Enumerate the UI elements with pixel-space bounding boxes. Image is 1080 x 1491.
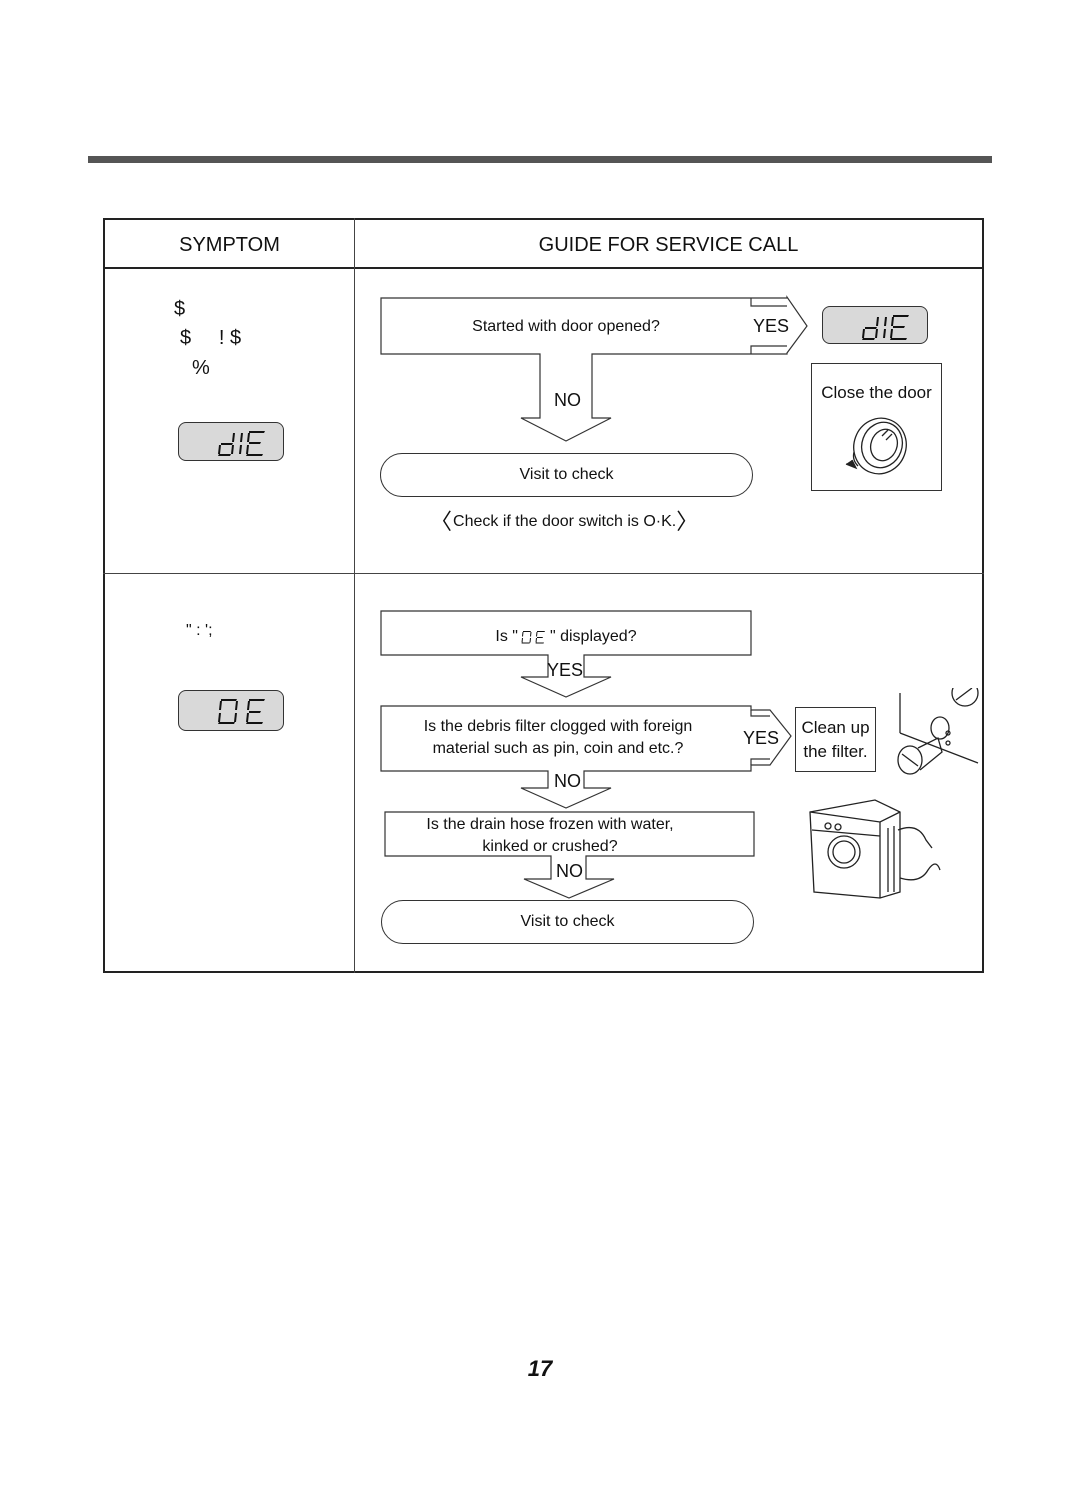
filter-question-line-2: material such as pin, coin and etc.? [432, 740, 684, 757]
oe-question-prefix: Is " [495, 628, 518, 645]
close-door-panel: Close the door [811, 363, 942, 491]
door-switch-note-text: Check if the door switch is O·K. [453, 513, 677, 530]
door-no-label: NO [554, 390, 581, 410]
yes-lcd-display-de [822, 306, 928, 344]
drain-question-line-1: Is the drain hose frozen with water, [426, 816, 674, 833]
debris-filter-illustration-icon [897, 688, 979, 775]
clean-filter-panel: Clean up the filter. [795, 707, 876, 772]
clean-filter-line-2: the filter. [803, 742, 868, 761]
visit-to-check-2-text: Visit to check [520, 913, 615, 930]
door-question-text: Started with door opened? [472, 318, 660, 335]
close-door-text: Close the door [821, 383, 932, 402]
door-yes-label: YES [753, 316, 790, 336]
seven-segment-oe-icon [521, 630, 545, 643]
oe-question-suffix: " displayed? [549, 628, 637, 645]
angle-left-icon: 〈 [430, 509, 453, 534]
clean-filter-line-1: Clean up [801, 718, 870, 737]
filter-yes-label: YES [743, 728, 780, 748]
visit-to-check-1: Visit to check [380, 453, 753, 497]
visit-to-check-2: Visit to check [381, 900, 754, 944]
door-switch-note: 〈 Check if the door switch is O·K. 〉 [430, 509, 699, 534]
oe-question: Is " " displayed? [381, 628, 751, 646]
seven-segment-de-icon [862, 315, 909, 340]
visit-to-check-1-text: Visit to check [519, 466, 614, 483]
filter-question-line-1: Is the debris filter clogged with foreig… [423, 718, 693, 735]
washer-door-icon [845, 417, 907, 475]
oe-question-flow-shape [380, 610, 752, 698]
page-number: 17 [527, 1356, 553, 1381]
filter-no-label: NO [554, 771, 581, 791]
angle-right-icon: 〉 [676, 509, 699, 534]
oe-yes-label: YES [547, 660, 584, 680]
drain-question-line-2: kinked or crushed? [482, 838, 618, 855]
filter-question-text: Is the debris filter clogged with foreig… [381, 716, 735, 760]
drain-question-text: Is the drain hose frozen with water, kin… [385, 814, 715, 858]
washing-machine-hose-illustration-icon [809, 799, 941, 899]
drain-no-label: NO [556, 861, 583, 881]
